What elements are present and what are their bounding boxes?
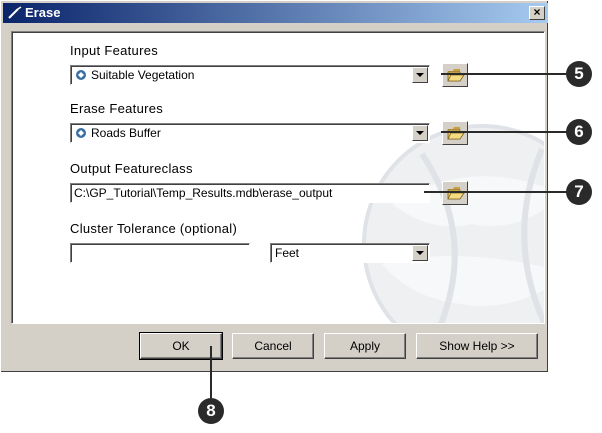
title-bar[interactable]: Erase × xyxy=(3,3,548,23)
cancel-button[interactable]: Cancel xyxy=(232,333,314,359)
open-folder-icon xyxy=(447,127,465,140)
output-featureclass-input[interactable]: C:\GP_Tutorial\Temp_Results.mdb\erase_ou… xyxy=(70,183,430,203)
callout-6: 6 xyxy=(566,119,592,145)
layer-icon xyxy=(76,128,86,138)
close-button[interactable]: × xyxy=(529,6,545,20)
callout-7-leader xyxy=(424,191,577,193)
callout-8-leader xyxy=(210,346,212,398)
chevron-down-icon[interactable] xyxy=(412,245,428,261)
callout-6-leader xyxy=(441,131,577,133)
cluster-tolerance-label: Cluster Tolerance (optional) xyxy=(70,221,238,236)
input-features-value: Suitable Vegetation xyxy=(91,68,195,82)
callout-8: 8 xyxy=(198,398,224,424)
layer-icon xyxy=(76,70,86,80)
globe-watermark-icon xyxy=(362,124,544,323)
erase-features-browse-button[interactable] xyxy=(442,121,468,145)
output-featureclass-value: C:\GP_Tutorial\Temp_Results.mdb\erase_ou… xyxy=(74,186,333,200)
output-featureclass-browse-button[interactable] xyxy=(442,181,468,205)
input-features-browse-button[interactable] xyxy=(442,63,468,87)
open-folder-icon xyxy=(447,187,465,200)
input-features-combo[interactable]: Suitable Vegetation xyxy=(70,65,430,85)
units-value: Feet xyxy=(275,246,300,260)
erase-features-combo[interactable]: Roads Buffer xyxy=(70,123,430,143)
erase-features-label: Erase Features xyxy=(70,101,164,116)
callout-5-leader xyxy=(441,73,577,75)
units-dropdown[interactable]: Feet xyxy=(270,243,430,263)
input-features-label: Input Features xyxy=(70,43,159,58)
chevron-down-icon[interactable] xyxy=(412,67,428,83)
output-featureclass-label: Output Featureclass xyxy=(70,161,193,176)
show-help-button[interactable]: Show Help >> xyxy=(416,333,538,359)
open-folder-icon xyxy=(447,69,465,82)
wand-icon xyxy=(8,6,22,19)
erase-dialog: Erase × Input Features Suitable Vegetati… xyxy=(0,0,549,373)
window-title: Erase xyxy=(25,5,61,20)
chevron-down-icon[interactable] xyxy=(412,125,428,141)
apply-button[interactable]: Apply xyxy=(324,333,406,359)
cluster-tolerance-input[interactable] xyxy=(70,243,250,263)
callout-5: 5 xyxy=(566,61,592,87)
callout-7: 7 xyxy=(566,179,592,205)
erase-features-value: Roads Buffer xyxy=(91,126,161,140)
